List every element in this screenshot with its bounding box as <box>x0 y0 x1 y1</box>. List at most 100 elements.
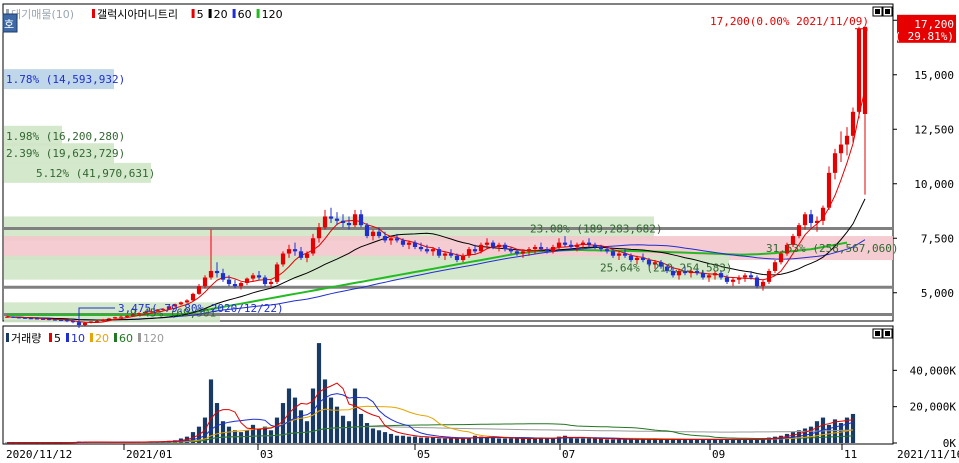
volume-bar <box>526 438 532 443</box>
volume-bar <box>328 397 334 443</box>
volume-panel-window-buttons[interactable] <box>872 328 893 339</box>
candle-body <box>238 282 244 287</box>
price-panel-window-buttons[interactable] <box>872 6 893 17</box>
candle-body <box>424 249 430 252</box>
price-legend-swatch <box>232 9 236 18</box>
volume-bar <box>592 438 598 443</box>
volume-profile-label: 1.98% (16,200,280) <box>6 130 125 143</box>
volume-bar <box>520 438 526 443</box>
candle-body <box>268 281 274 285</box>
candle-body <box>526 249 532 252</box>
volume-bar <box>250 424 256 443</box>
price-legend-swatch <box>191 9 195 18</box>
candle-body <box>262 277 268 285</box>
candle-body <box>82 322 88 326</box>
candle-body <box>838 144 844 154</box>
candle-body <box>280 253 286 265</box>
candle-body <box>28 318 34 320</box>
volume-bar <box>406 436 412 443</box>
volume-bar <box>334 406 340 443</box>
volume-bar <box>652 439 658 443</box>
price-legend-swatch <box>92 9 95 18</box>
candle-body <box>412 242 418 247</box>
candle-body <box>196 286 202 294</box>
volume-bar <box>550 438 556 443</box>
volume-bar <box>454 438 460 443</box>
volume-bar <box>694 439 700 443</box>
volume-bar <box>574 438 580 443</box>
candle-body <box>454 255 460 261</box>
price-legend-label: 5 <box>197 8 204 21</box>
volume-bar <box>358 413 364 443</box>
candle-body <box>340 220 346 223</box>
candle-body <box>622 253 628 256</box>
candle-body <box>400 240 406 245</box>
price-panel-close-icon <box>885 9 890 14</box>
volume-bar <box>832 419 838 443</box>
candle-body <box>466 249 472 256</box>
price-legend-label: 60 <box>238 8 252 21</box>
candle-body <box>472 249 478 252</box>
x-tick-label: 03 <box>260 448 273 461</box>
candle-body <box>430 249 436 252</box>
volume-bar <box>730 439 736 443</box>
candle-body <box>508 249 514 252</box>
candle-body <box>544 249 550 252</box>
last-price-change: ( 29.81%) <box>894 30 954 43</box>
volume-bar <box>460 438 466 443</box>
volume-bar <box>544 438 550 443</box>
candle-body <box>364 225 370 237</box>
price-y-tick-label: 5,000 <box>921 287 954 300</box>
volume-bar <box>280 403 286 443</box>
volume-legend-swatch <box>138 333 141 342</box>
price-legend-label: 120 <box>262 8 283 21</box>
x-tick-label: 07 <box>562 448 575 461</box>
low-price-annotation: 3,475(-79.80% 2020/12/22) <box>118 302 284 315</box>
volume-bar <box>604 439 610 443</box>
candle-body <box>322 216 328 228</box>
candle-body <box>592 244 598 247</box>
candle-body <box>40 318 46 320</box>
volume-legend-swatch <box>49 333 52 342</box>
price-legend-swatch <box>208 9 212 18</box>
candle-body <box>760 281 766 287</box>
candle-body <box>46 319 52 321</box>
candle-body <box>370 231 376 237</box>
candle-body <box>64 320 70 322</box>
price-panel-restore-icon <box>875 9 880 14</box>
candle-body <box>580 242 586 245</box>
volume-y-axis: 40,000K20,000K0K <box>893 364 956 450</box>
volume-bar <box>274 417 280 443</box>
volume-bar <box>670 439 676 443</box>
volume-panel-frame <box>2 325 894 445</box>
candle-body <box>190 293 196 301</box>
candle-body <box>304 253 310 258</box>
volume-legend-swatch <box>114 333 117 342</box>
candle-body <box>850 111 856 136</box>
volume-bar <box>808 426 814 443</box>
price-legend-label: 20 <box>214 8 228 21</box>
candle-body <box>460 255 466 261</box>
volume-profile-label: 31.53% (258,567,060) <box>766 242 898 255</box>
candle-body <box>856 28 862 112</box>
volume-bar <box>568 437 574 443</box>
volume-bar <box>724 439 730 443</box>
volume-bar <box>238 432 244 443</box>
candle-body <box>550 246 556 252</box>
candle-body <box>586 242 592 245</box>
candle-body <box>826 172 832 208</box>
candle-body <box>310 238 316 254</box>
x-tick-label: 09 <box>712 448 725 461</box>
candle-body <box>4 316 10 318</box>
candle-body <box>736 277 742 280</box>
volume-bar <box>676 439 682 443</box>
candle-body <box>352 214 358 226</box>
candle-body <box>598 246 604 250</box>
candle-body <box>730 279 736 282</box>
candle-body <box>538 246 544 250</box>
candle-body <box>832 153 838 173</box>
chart-setting-badge-glyph: 호 <box>4 18 14 31</box>
volume-bar <box>268 430 274 443</box>
x-axis: 2020/11/12 2021/01 03 05 07 09 11 2021/11/16 <box>6 444 959 461</box>
volume-bar <box>442 438 448 443</box>
